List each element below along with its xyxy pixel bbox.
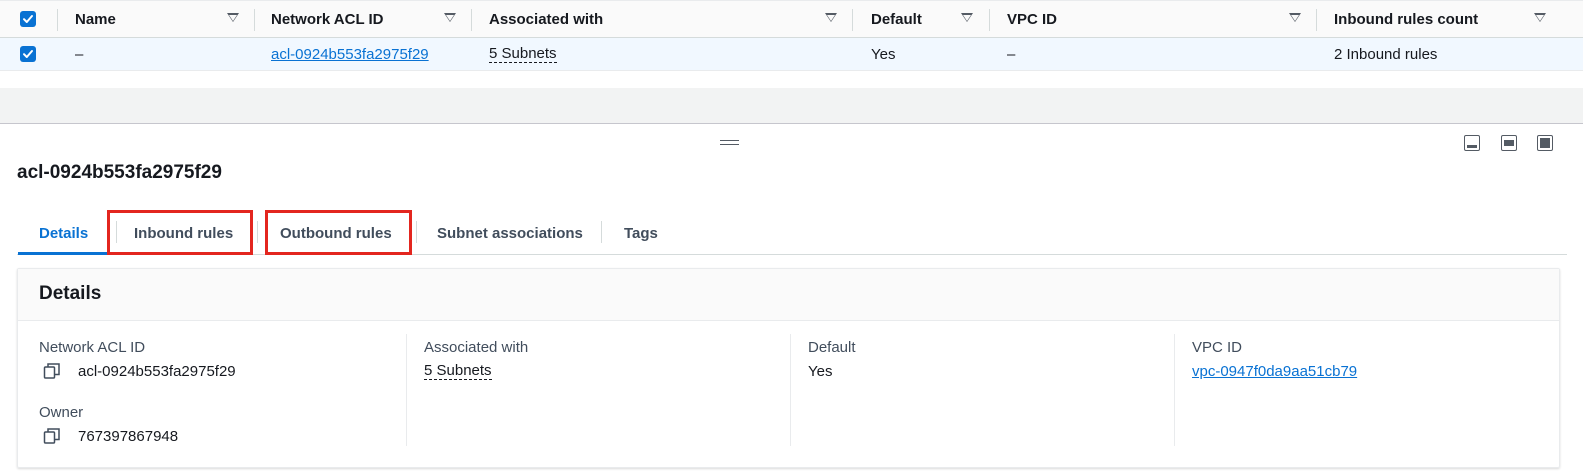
cell-default: Yes <box>871 45 896 63</box>
copy-icon[interactable] <box>43 427 61 445</box>
active-tab-indicator <box>18 252 110 255</box>
default-value: Yes <box>808 363 833 380</box>
column-header-network-acl-id[interactable]: Network ACL ID <box>271 1 384 37</box>
tab-details[interactable]: Details <box>39 211 88 255</box>
cell-name: – <box>75 45 84 63</box>
tab-subnet-associations[interactable]: Subnet associations <box>437 211 583 255</box>
network-acl-id-label: Network ACL ID <box>39 339 146 356</box>
associated-subnets-popover[interactable]: 5 Subnets <box>489 45 557 63</box>
column-separator[interactable] <box>57 9 58 31</box>
column-separator[interactable] <box>989 9 990 31</box>
copy-icon[interactable] <box>43 362 61 380</box>
drag-handle-icon[interactable] <box>720 140 739 146</box>
sort-caret-icon[interactable] <box>227 13 239 22</box>
tab-separator <box>416 221 417 243</box>
network-acl-id-link[interactable]: acl-0924b553fa2975f29 <box>271 46 429 63</box>
associated-subnets-popover[interactable]: 5 Subnets <box>424 363 492 380</box>
column-divider <box>1174 334 1175 446</box>
highlight-box-outbound-rules <box>265 210 412 255</box>
cell-inbound-rules-count: 2 Inbound rules <box>1334 45 1438 63</box>
tab-separator <box>257 221 258 243</box>
column-header-associated-with[interactable]: Associated with <box>489 1 603 37</box>
cell-vpc-id: – <box>1007 45 1016 63</box>
default-label: Default <box>808 339 856 356</box>
column-divider <box>406 334 407 446</box>
highlight-box-inbound-rules <box>107 210 253 255</box>
table-header: Name Network ACL ID Associated with Defa… <box>0 0 1583 38</box>
column-header-default[interactable]: Default <box>871 1 922 37</box>
row-select-checkbox[interactable] <box>20 46 36 62</box>
column-separator[interactable] <box>471 9 472 31</box>
sort-caret-icon[interactable] <box>1289 13 1301 22</box>
column-header-inbound-rules-count[interactable]: Inbound rules count <box>1334 1 1478 37</box>
sort-caret-icon[interactable] <box>444 13 456 22</box>
sort-caret-icon[interactable] <box>961 13 973 22</box>
panel-bottom-icon[interactable] <box>1464 135 1480 151</box>
select-all-checkbox[interactable] <box>20 11 36 27</box>
associated-with-label: Associated with <box>424 339 529 356</box>
column-separator[interactable] <box>852 9 853 31</box>
vpc-id-label: VPC ID <box>1192 339 1243 356</box>
details-heading: Details <box>39 283 102 304</box>
table-footer-area <box>0 88 1583 124</box>
sort-caret-icon[interactable] <box>1534 13 1546 22</box>
column-header-name[interactable]: Name <box>75 1 116 37</box>
vpc-id-link[interactable]: vpc-0947f0da9aa51cb79 <box>1192 363 1357 380</box>
sort-caret-icon[interactable] <box>825 13 837 22</box>
owner-value: 767397867948 <box>78 427 179 445</box>
tab-tags[interactable]: Tags <box>624 211 658 255</box>
network-acl-id-value: acl-0924b553fa2975f29 <box>78 362 236 380</box>
panel-full-icon[interactable] <box>1537 135 1553 151</box>
panel-title: acl-0924b553fa2975f29 <box>17 162 222 183</box>
details-header: Details <box>18 269 1559 321</box>
table-row[interactable]: – acl-0924b553fa2975f29 5 Subnets Yes – … <box>0 38 1583 71</box>
panel-side-icon[interactable] <box>1501 135 1517 151</box>
checkbox-checked-icon <box>23 50 33 58</box>
owner-label: Owner <box>39 404 84 421</box>
column-header-vpc-id[interactable]: VPC ID <box>1007 1 1057 37</box>
tab-separator <box>601 221 602 243</box>
column-separator[interactable] <box>1316 9 1317 31</box>
details-container: Details Network ACL ID acl-0924b553fa297… <box>17 268 1560 468</box>
column-divider <box>790 334 791 446</box>
column-separator[interactable] <box>254 9 255 31</box>
checkbox-checked-icon <box>23 15 33 23</box>
